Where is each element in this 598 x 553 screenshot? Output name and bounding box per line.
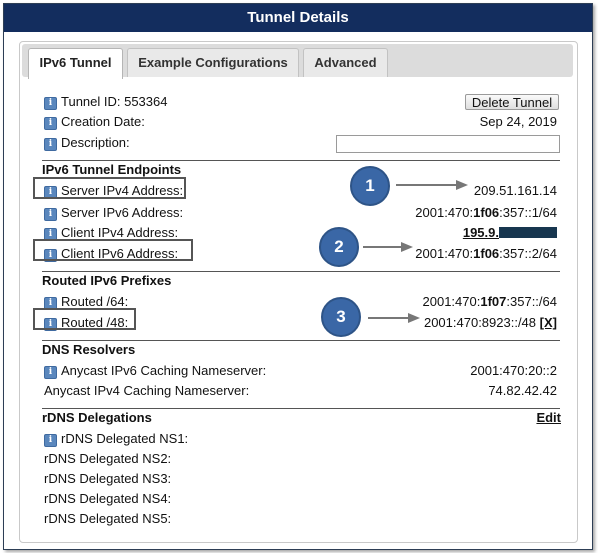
callout-arrows: [363, 180, 468, 323]
arrow-right-icon: [363, 242, 413, 252]
arrow-right-icon: [368, 313, 420, 323]
arrow-right-icon: [396, 180, 468, 190]
